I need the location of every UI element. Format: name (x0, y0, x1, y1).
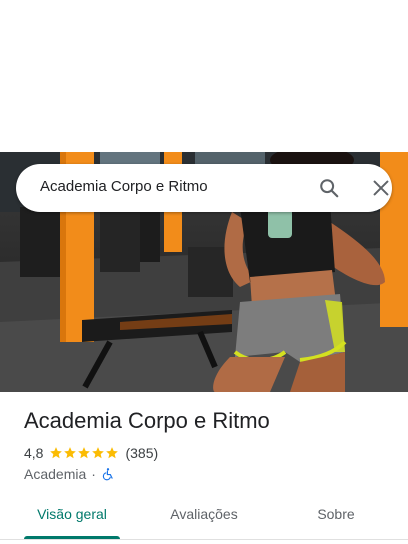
star-icon (50, 447, 63, 459)
search-query[interactable]: Academia Corpo e Ritmo (40, 178, 208, 195)
tab-overview[interactable]: Visão geral (24, 490, 120, 537)
category-row: Academia · (24, 465, 115, 483)
star-icon (106, 447, 119, 459)
wheelchair-accessible-icon (102, 468, 113, 481)
place-tabs: Visão geral Avaliações Sobre (0, 490, 408, 540)
separator-dot: · (91, 466, 96, 482)
close-icon[interactable] (370, 177, 392, 199)
place-title: Academia Corpo e Ritmo (24, 408, 270, 433)
star-icon (64, 447, 77, 459)
review-count[interactable]: (385) (125, 445, 158, 461)
search-icon[interactable] (318, 177, 340, 199)
rating-value: 4,8 (24, 445, 44, 461)
tab-about[interactable]: Sobre (288, 490, 384, 537)
tabs-divider (0, 539, 408, 540)
star-icon (92, 447, 105, 459)
place-category: Academia (24, 466, 87, 482)
star-icon (78, 447, 91, 459)
map-blank-area (0, 0, 408, 152)
rating-stars (49, 446, 119, 460)
search-bar[interactable]: Academia Corpo e Ritmo (16, 164, 392, 212)
tab-reviews[interactable]: Avaliações (156, 490, 252, 537)
rating-row[interactable]: 4,8 (385) (24, 444, 158, 462)
